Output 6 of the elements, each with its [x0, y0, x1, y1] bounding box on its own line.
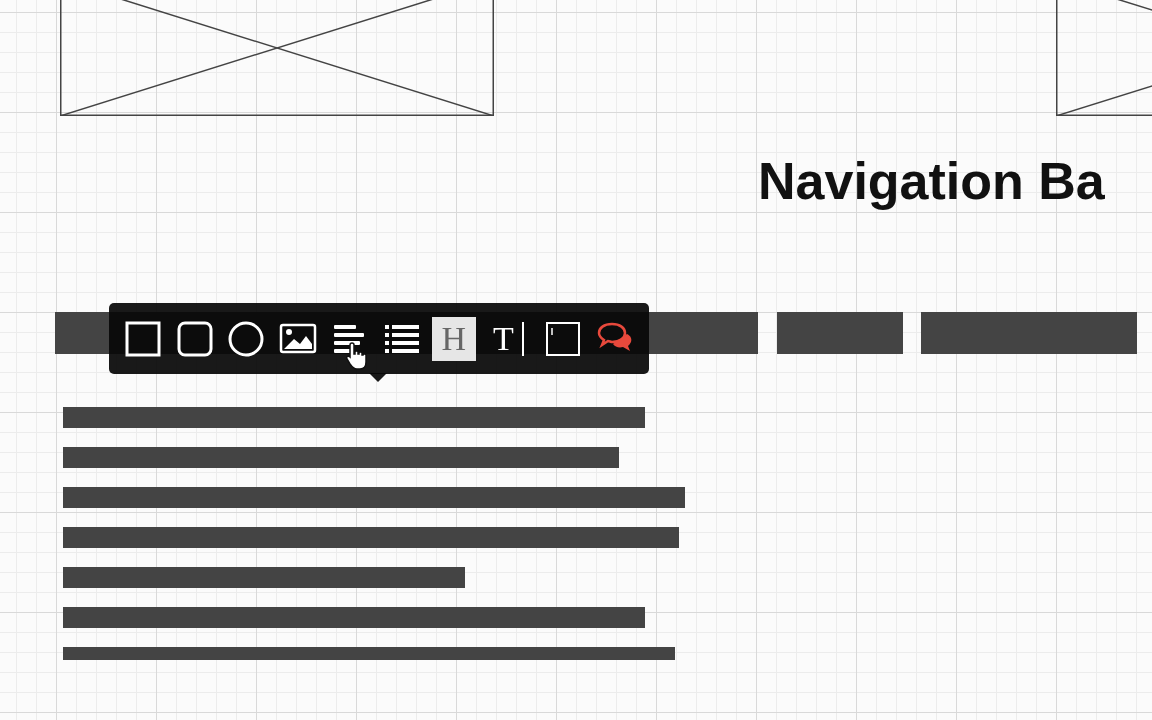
heading-tool[interactable]: H: [431, 316, 476, 361]
rounded-square-icon: [175, 319, 214, 358]
rectangle-icon: [123, 319, 162, 358]
text-field-icon: [544, 319, 583, 358]
circle-icon: [227, 319, 266, 358]
text-tool[interactable]: T: [483, 316, 534, 361]
